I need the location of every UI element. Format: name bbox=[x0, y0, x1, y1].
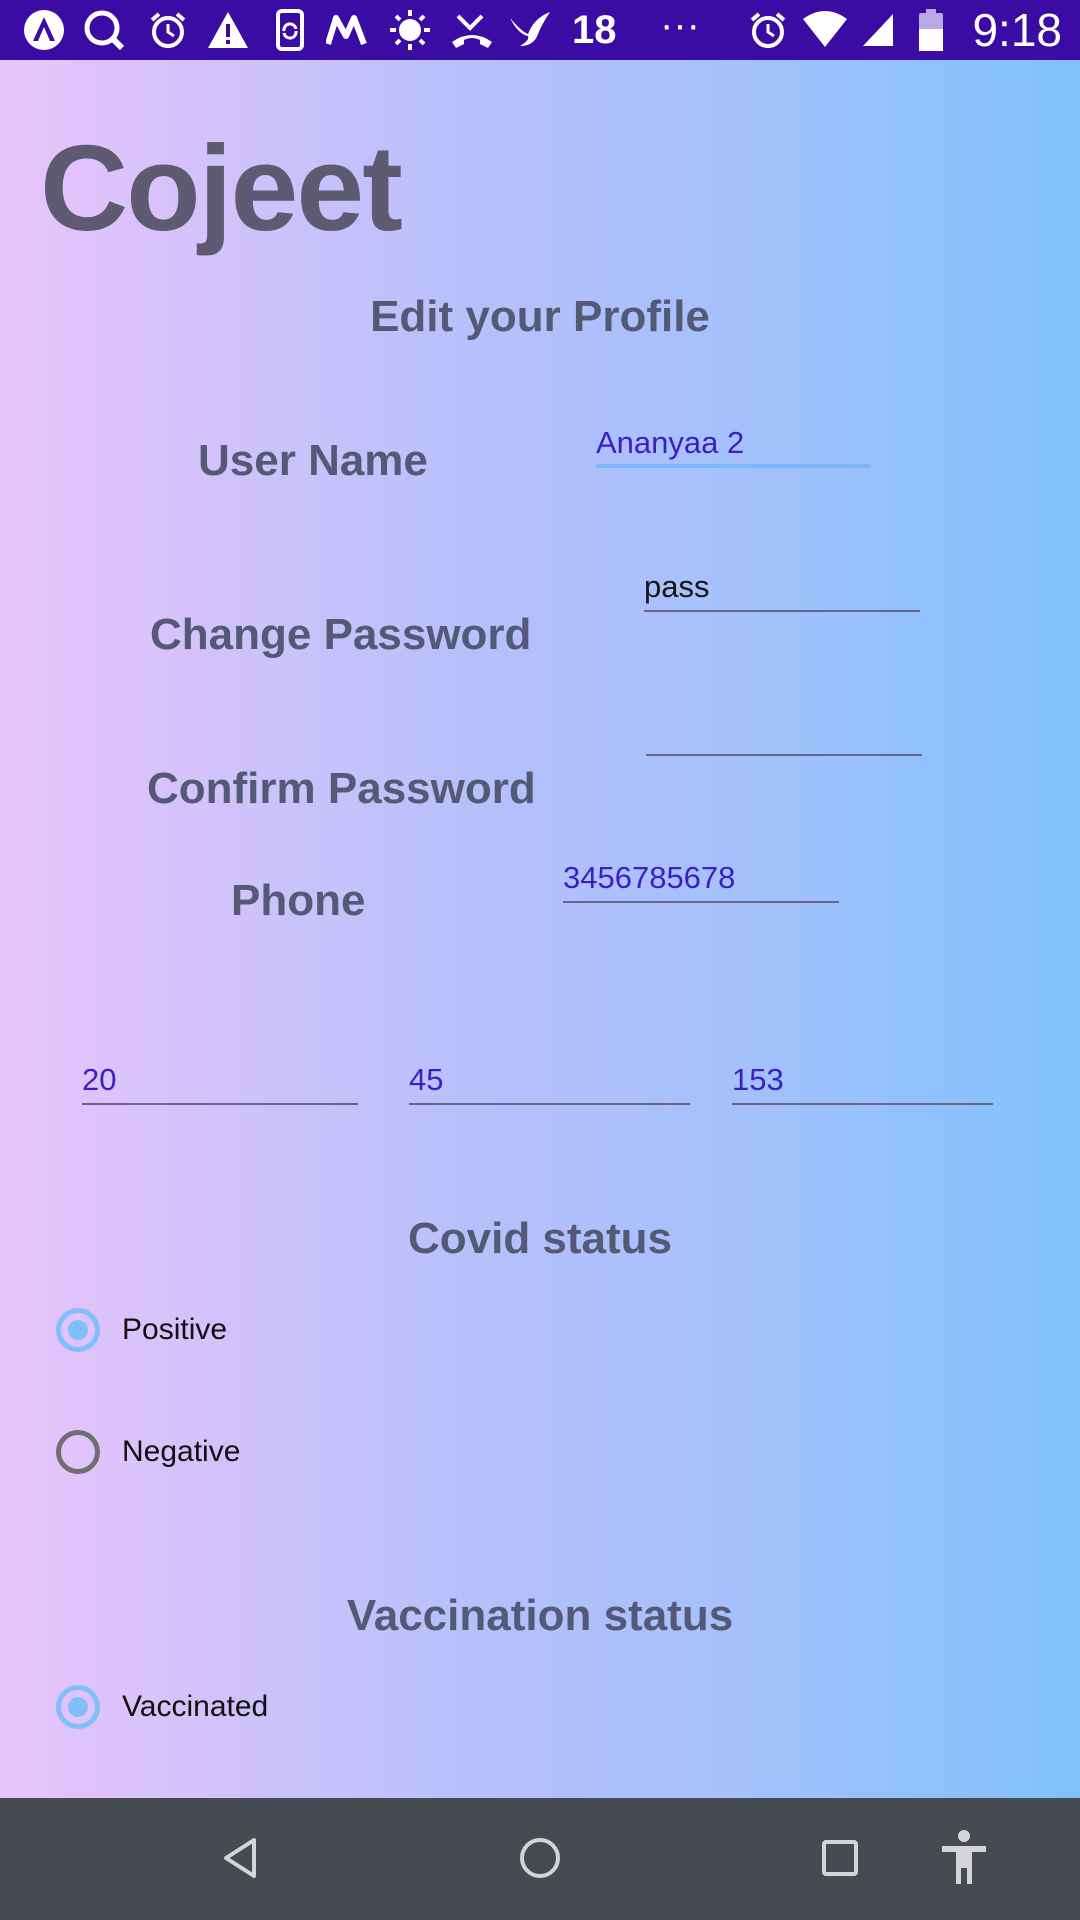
number-input-1[interactable]: 20 bbox=[82, 1057, 358, 1105]
alarm-icon bbox=[746, 8, 790, 52]
warning-icon bbox=[206, 8, 250, 52]
radio-button-checked[interactable] bbox=[56, 1308, 100, 1352]
radio-label-negative: Negative bbox=[122, 1435, 241, 1468]
notification-count: 18 bbox=[572, 8, 617, 52]
confirm-password-label: Confirm Password bbox=[147, 764, 536, 813]
more-notifications-icon: ··· bbox=[660, 3, 700, 47]
bird-icon bbox=[508, 8, 552, 52]
clock: 9:18 bbox=[972, 4, 1062, 56]
number-input-3[interactable]: 153 bbox=[732, 1057, 993, 1105]
status-bar: 18 ··· 9:18 bbox=[0, 0, 1080, 60]
brightness-icon bbox=[388, 8, 432, 52]
back-icon[interactable] bbox=[210, 1828, 270, 1888]
change-password-label: Change Password bbox=[150, 610, 532, 659]
app-title: Cojeet bbox=[40, 120, 403, 256]
search-icon bbox=[82, 8, 126, 52]
confirm-password-input[interactable] bbox=[646, 708, 922, 756]
page-title: Edit your Profile bbox=[370, 292, 710, 341]
signal-icon bbox=[856, 8, 900, 52]
battery-icon bbox=[908, 8, 954, 52]
navigation-bar bbox=[0, 1798, 1080, 1920]
radio-label-positive: Positive bbox=[122, 1313, 228, 1346]
home-icon[interactable] bbox=[510, 1828, 570, 1888]
radio-button-checked[interactable] bbox=[56, 1685, 100, 1729]
app-a-icon bbox=[22, 8, 66, 52]
radio-positive[interactable]: Positive bbox=[56, 1308, 227, 1352]
radio-vaccinated[interactable]: Vaccinated bbox=[56, 1685, 268, 1729]
recents-icon[interactable] bbox=[810, 1828, 870, 1888]
m-logo-icon bbox=[326, 8, 370, 52]
vaccination-status-heading: Vaccination status bbox=[346, 1591, 734, 1640]
username-label: User Name bbox=[198, 436, 428, 485]
password-input[interactable]: pass bbox=[644, 564, 920, 612]
radio-button-unchecked[interactable] bbox=[56, 1430, 100, 1474]
alarm-icon bbox=[146, 8, 190, 52]
wifi-icon bbox=[800, 8, 850, 52]
phone-sync-icon bbox=[268, 8, 312, 52]
radio-label-vaccinated: Vaccinated bbox=[122, 1690, 269, 1723]
covid-status-heading: Covid status bbox=[407, 1214, 673, 1263]
number-input-2[interactable]: 45 bbox=[409, 1057, 690, 1105]
radio-negative[interactable]: Negative bbox=[56, 1430, 240, 1474]
phone-input[interactable]: 3456785678 bbox=[563, 855, 839, 903]
username-input[interactable]: Ananyaa 2 bbox=[596, 420, 871, 468]
missed-call-icon bbox=[450, 8, 494, 52]
accessibility-icon[interactable] bbox=[934, 1828, 994, 1888]
phone-label: Phone bbox=[231, 876, 366, 925]
